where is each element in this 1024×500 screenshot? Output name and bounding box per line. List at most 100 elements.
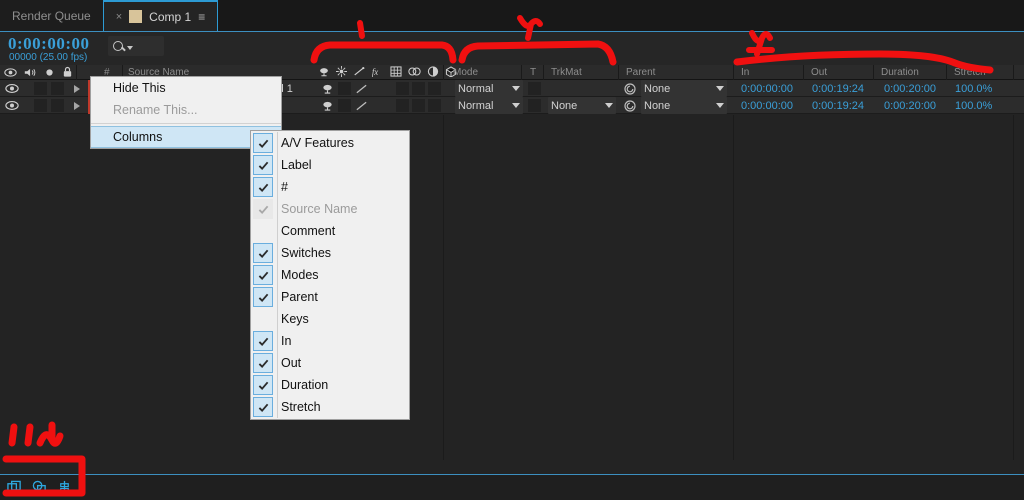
checkbox-label[interactable]	[253, 155, 273, 175]
adjustment-icon	[427, 66, 439, 77]
trkmat-t-cell[interactable]	[528, 99, 541, 112]
layer-parent-dropdown[interactable]: None	[641, 80, 727, 97]
toggle-switches-modes-icon[interactable]	[7, 480, 22, 495]
current-timecode[interactable]: 0:00:00:00	[8, 34, 89, 54]
submenu-label: Stretch	[281, 400, 321, 414]
submenu-item-stretch[interactable]: Stretch	[251, 396, 409, 418]
switch-cell-c[interactable]	[428, 82, 441, 95]
layer-duration[interactable]: 0:00:20:00	[884, 80, 936, 97]
motion-blur-switch-icon	[408, 67, 421, 76]
checkbox-stretch[interactable]	[253, 397, 273, 417]
tab-comp-1[interactable]: × Comp 1 ≡	[102, 0, 218, 31]
shy-icon	[323, 84, 332, 94]
layer-parent-dropdown[interactable]: None	[641, 97, 727, 114]
col-header-stretch[interactable]: Stretch	[954, 67, 986, 78]
search-input[interactable]	[108, 36, 164, 56]
tab-close-icon[interactable]: ×	[116, 11, 122, 23]
layer-trkmat-value: None	[551, 99, 578, 112]
checkbox-duration[interactable]	[253, 375, 273, 395]
trkmat-t-cell[interactable]	[528, 82, 541, 95]
submenu-item-number[interactable]: #	[251, 176, 409, 198]
col-header-mode[interactable]: Mode	[453, 67, 478, 78]
submenu-divider	[277, 132, 278, 418]
submenu-item-comment[interactable]: Comment	[251, 220, 409, 242]
col-header-out[interactable]: Out	[811, 67, 827, 78]
checkbox-keys[interactable]	[253, 309, 273, 329]
submenu-item-keys[interactable]: Keys	[251, 308, 409, 330]
eye-icon	[5, 100, 19, 111]
layer-trkmat-dropdown[interactable]: None	[548, 97, 616, 114]
fx-icon: fx	[372, 67, 378, 77]
submenu-label: Source Name	[281, 202, 358, 216]
layer-parent-value: None	[644, 82, 671, 95]
layer-in-point[interactable]: 0:00:00:00	[741, 97, 793, 114]
switch-cell-quality[interactable]	[338, 82, 351, 95]
submenu-label: Duration	[281, 378, 329, 392]
checkbox-comment[interactable]	[253, 221, 273, 241]
col-header-parent[interactable]: Parent	[626, 67, 655, 78]
switch-cell-a[interactable]	[396, 99, 409, 112]
submenu-label: Label	[281, 158, 312, 172]
submenu-item-parent[interactable]: Parent	[251, 286, 409, 308]
parent-pickwhip-icon	[624, 82, 636, 95]
switch-cell-b[interactable]	[412, 82, 425, 95]
tab-render-queue[interactable]: Render Queue	[0, 0, 103, 31]
layer-out-point[interactable]: 0:00:19:24	[812, 80, 864, 97]
panel-tab-bar: Render Queue × Comp 1 ≡	[0, 0, 1024, 31]
audio-toggle-cell[interactable]	[34, 99, 47, 112]
layer-mode-value: Normal	[458, 82, 494, 95]
submenu-label: A/V Features	[281, 136, 354, 150]
switch-cell-a[interactable]	[396, 82, 409, 95]
svg-text:fx: fx	[372, 67, 378, 77]
submenu-item-av-features[interactable]: A/V Features	[251, 132, 409, 154]
col-header-in[interactable]: In	[741, 67, 749, 78]
switch-cell-quality[interactable]	[338, 99, 351, 112]
columns-submenu[interactable]: A/V Features Label # Source Name Comment	[250, 130, 410, 420]
panel-menu-icon[interactable]: ≡	[198, 10, 205, 24]
switch-cell-c[interactable]	[428, 99, 441, 112]
solo-toggle-cell[interactable]	[51, 99, 64, 112]
menu-item-rename-this: Rename This...	[113, 103, 198, 117]
layer-out-point[interactable]: 0:00:19:24	[812, 97, 864, 114]
frame-blend-icon	[390, 66, 402, 77]
layer-stretch[interactable]: 100.0%	[955, 97, 992, 114]
comp-renderer-icon[interactable]	[32, 480, 47, 495]
submenu-item-modes[interactable]: Modes	[251, 264, 409, 286]
menu-item-hide-this[interactable]: Hide This	[91, 77, 281, 99]
col-header-trkmat[interactable]: TrkMat	[551, 67, 582, 78]
switches-header: fx	[318, 66, 457, 77]
layer-stretch[interactable]: 100.0%	[955, 80, 992, 97]
shy-icon	[320, 68, 328, 77]
submenu-item-duration[interactable]: Duration	[251, 374, 409, 396]
audio-toggle-cell[interactable]	[34, 82, 47, 95]
layer-in-point[interactable]: 0:00:00:00	[741, 80, 793, 97]
tab-render-queue-label: Render Queue	[12, 8, 91, 23]
timeline-empty-area[interactable]	[0, 115, 1024, 460]
submenu-item-in[interactable]: In	[251, 330, 409, 352]
checkbox-modes[interactable]	[253, 265, 273, 285]
layer-mode-dropdown[interactable]: Normal	[455, 80, 523, 97]
submenu-item-switches[interactable]: Switches	[251, 242, 409, 264]
checkbox-out[interactable]	[253, 353, 273, 373]
composition-icon	[129, 10, 143, 23]
checkbox-parent[interactable]	[253, 287, 273, 307]
col-header-duration[interactable]: Duration	[881, 67, 919, 78]
timeline-bottom-bar	[0, 474, 1024, 500]
checkbox-av-features[interactable]	[253, 133, 273, 153]
graph-toggle-icon[interactable]	[57, 480, 72, 495]
checkbox-in[interactable]	[253, 331, 273, 351]
layer-mode-dropdown[interactable]: Normal	[455, 97, 523, 114]
checkbox-number[interactable]	[253, 177, 273, 197]
submenu-item-label[interactable]: Label	[251, 154, 409, 176]
after-effects-timeline-panel: Render Queue × Comp 1 ≡ 0:00:00:00 00000…	[0, 0, 1024, 500]
solo-toggle-cell[interactable]	[51, 82, 64, 95]
expand-triangle-icon[interactable]	[74, 84, 80, 93]
layer-duration[interactable]: 0:00:20:00	[884, 97, 936, 114]
submenu-label: #	[281, 180, 288, 194]
submenu-item-out[interactable]: Out	[251, 352, 409, 374]
col-header-t[interactable]: T	[530, 67, 536, 78]
checkbox-switches[interactable]	[253, 243, 273, 263]
switch-cell-b[interactable]	[412, 99, 425, 112]
expand-triangle-icon[interactable]	[74, 101, 80, 110]
quality-icon	[354, 66, 365, 76]
